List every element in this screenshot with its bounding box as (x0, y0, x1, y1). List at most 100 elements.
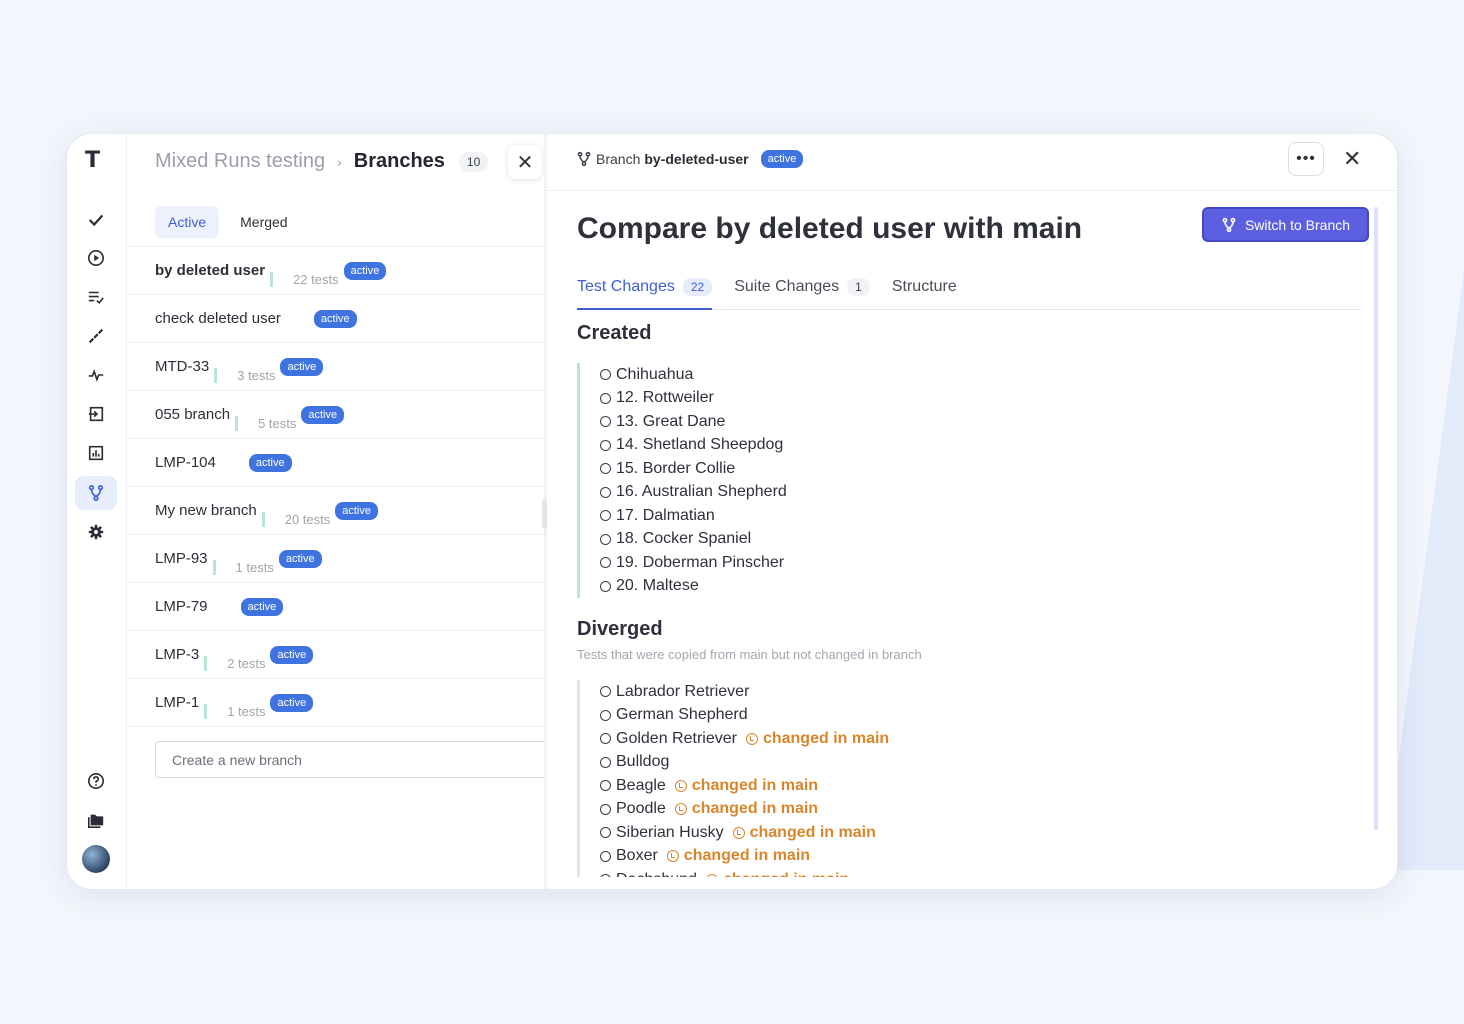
diverged-tests-list: Labrador Retriever German Shepherd Golden … (577, 680, 1367, 877)
branch-row[interactable]: LMP-3 2 tests active (128, 631, 544, 679)
tab-count-badge: 1 (847, 278, 870, 296)
filter-active[interactable]: Active (155, 206, 220, 238)
test-item[interactable]: Bulldog (600, 751, 1367, 775)
tab-suite-changes[interactable]: Suite Changes 1 (734, 274, 870, 310)
nav-steps[interactable] (75, 319, 117, 353)
test-item[interactable]: 14. Shetland Sheepdog (600, 434, 1367, 458)
nav-pulse[interactable] (75, 358, 117, 392)
nav-branches[interactable] (75, 476, 117, 510)
test-item[interactable]: Siberian Husky changed in main (600, 821, 1367, 845)
test-item[interactable]: 13. Great Dane (600, 410, 1367, 434)
branch-tests-count: 20 tests (261, 512, 330, 527)
branch-row[interactable]: LMP-79 active (128, 583, 544, 631)
test-item[interactable]: Chihuahua (600, 363, 1367, 387)
test-name: 17. Dalmatian (616, 506, 715, 524)
test-name: 15. Border Collie (616, 459, 736, 477)
circle-icon (600, 439, 611, 451)
test-name: Dachshund (616, 871, 697, 877)
nav-import[interactable] (75, 397, 117, 431)
header-prefix: Branch (596, 151, 641, 167)
breadcrumb-project[interactable]: Mixed Runs testing (155, 150, 325, 173)
test-item[interactable]: 12. Rottweiler (600, 387, 1367, 411)
branch-row[interactable]: LMP-104 active (128, 439, 544, 487)
nav-plans[interactable] (75, 280, 117, 314)
test-item[interactable]: 18. Cocker Spaniel (600, 528, 1367, 552)
changed-in-main-label: changed in main (674, 777, 818, 795)
branch-row[interactable]: check deleted user active (128, 295, 544, 343)
sync-icon (666, 850, 679, 863)
test-name: Labrador Retriever (616, 682, 750, 700)
branch-row[interactable]: My new branch 20 tests active (128, 487, 544, 535)
test-name: 16. Australian Shepherd (616, 483, 787, 501)
circle-icon (600, 803, 611, 815)
circle-icon (600, 580, 611, 592)
branch-row[interactable]: LMP-1 1 tests active (128, 679, 544, 727)
sync-icon (732, 826, 745, 839)
close-detail-button[interactable]: ✕ (1343, 146, 1361, 172)
logo-icon[interactable]: T (85, 150, 107, 172)
switch-button-label: Switch to Branch (1244, 216, 1351, 233)
test-item[interactable]: 17. Dalmatian (600, 504, 1367, 528)
avatar[interactable] (82, 845, 110, 873)
diverged-section-title: Diverged (577, 618, 663, 640)
branch-detail-panel: Branch by-deleted-user active ••• ✕ Comp… (547, 134, 1397, 889)
test-item[interactable]: Golden Retriever changed in main (600, 727, 1367, 751)
status-badge: active (313, 309, 357, 328)
test-item[interactable]: Boxer changed in main (600, 845, 1367, 869)
test-item[interactable]: German Shepherd (600, 704, 1367, 728)
test-name: Boxer (616, 847, 658, 865)
tab-label: Structure (891, 278, 957, 295)
branch-tests-count: 1 tests (212, 560, 274, 575)
changed-text: changed in main (749, 823, 876, 841)
branch-filters: Active Merged (155, 206, 301, 238)
circle-icon (600, 709, 611, 721)
checkmark-icon (88, 214, 104, 227)
test-item[interactable]: Beagle changed in main (600, 774, 1367, 798)
circle-icon (600, 874, 611, 877)
test-item[interactable]: Labrador Retriever (600, 680, 1367, 704)
branch-row[interactable]: 055 branch 5 tests active (128, 391, 544, 439)
branch-row[interactable]: MTD-33 3 tests active (128, 343, 544, 391)
sync-icon (745, 732, 758, 745)
branch-row[interactable]: LMP-93 1 tests active (128, 535, 544, 583)
changed-in-main-label: changed in main (705, 871, 849, 877)
changed-in-main-label: changed in main (674, 800, 818, 818)
branch-name: LMP-3 (155, 646, 200, 663)
create-branch-input[interactable]: Create a new branch (155, 741, 547, 778)
branch-row[interactable]: by deleted user 22 tests active (128, 247, 544, 295)
switch-to-branch-button[interactable]: Switch to Branch (1202, 207, 1369, 242)
circle-icon (600, 780, 611, 792)
nav-tests[interactable] (75, 203, 117, 237)
circle-icon (600, 486, 611, 498)
status-badge: active (270, 645, 314, 664)
test-item[interactable]: 19. Doberman Pinscher (600, 551, 1367, 575)
ellipsis-icon: ••• (1296, 150, 1316, 167)
filter-merged[interactable]: Merged (227, 206, 300, 238)
test-item[interactable]: Poodle changed in main (600, 798, 1367, 822)
test-item[interactable]: 15. Border Collie (600, 457, 1367, 481)
changed-in-main-label: changed in main (732, 823, 876, 842)
nav-help[interactable] (75, 764, 117, 798)
close-branches-button[interactable]: ✕ (508, 145, 542, 179)
tab-structure[interactable]: Structure (892, 274, 957, 310)
test-item[interactable]: 20. Maltese (600, 575, 1367, 599)
status-badge: active (248, 453, 292, 472)
import-icon (88, 406, 104, 422)
nav-analytics[interactable] (75, 436, 117, 470)
branch-name: LMP-79 (155, 598, 208, 615)
branch-name: by deleted user (155, 262, 266, 279)
status-badge: active (270, 693, 314, 712)
scrollbar[interactable] (1374, 207, 1378, 830)
more-options-button[interactable]: ••• (1288, 142, 1324, 176)
nav-projects[interactable] (75, 803, 117, 837)
sync-icon (674, 779, 687, 792)
changed-in-main-label: changed in main (666, 847, 810, 865)
test-item[interactable]: Dachshund changed in main (600, 868, 1367, 877)
compare-tabs: Test Changes 22 Suite Changes 1 Structure (577, 274, 1362, 310)
nav-settings[interactable] (75, 515, 117, 549)
branch-tests-count: 1 tests (204, 704, 265, 719)
tab-test-changes[interactable]: Test Changes 22 (577, 274, 713, 310)
branch-name: LMP-104 (155, 454, 216, 471)
nav-runs[interactable] (75, 241, 117, 275)
test-item[interactable]: 16. Australian Shepherd (600, 481, 1367, 505)
